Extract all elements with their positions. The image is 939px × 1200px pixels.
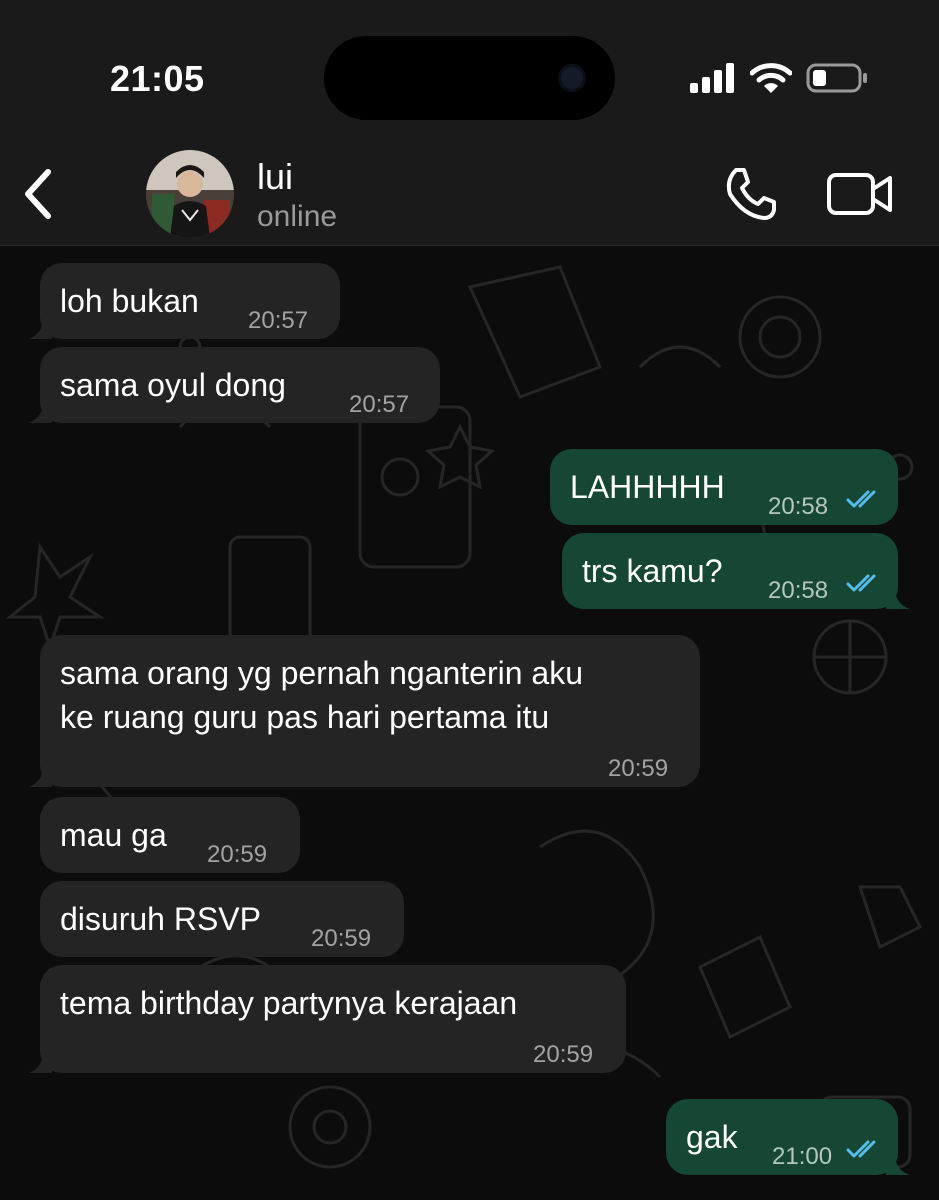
wifi-icon xyxy=(750,63,792,93)
message-bubble-incoming[interactable]: mau ga 20:59 xyxy=(40,797,300,873)
video-camera-icon xyxy=(827,173,892,215)
message-time: 20:58 xyxy=(768,577,829,604)
message-bubble-outgoing[interactable]: gak 21:00 xyxy=(666,1099,910,1175)
status-icons xyxy=(688,62,868,94)
read-receipt-icon xyxy=(846,490,876,508)
message-bubble-incoming[interactable]: loh bukan 20:57 xyxy=(28,263,340,339)
contact-name[interactable]: lui xyxy=(257,156,293,198)
message-bubble-incoming[interactable]: sama orang yg pernah nganterin aku ke ru… xyxy=(28,635,700,787)
message-time: 20:59 xyxy=(207,841,268,868)
message-text: gak xyxy=(686,1119,738,1155)
message-text: LAHHHHH xyxy=(570,469,725,505)
signal-icon xyxy=(690,63,734,93)
message-text: sama oyul dong xyxy=(60,367,286,403)
phone-icon xyxy=(726,168,776,220)
bubble-tail xyxy=(886,587,910,609)
battery-icon xyxy=(806,63,867,93)
bubble-tail xyxy=(28,1051,52,1073)
message-text: trs kamu? xyxy=(582,553,723,589)
message-time: 20:59 xyxy=(533,1041,594,1068)
message-bubble-incoming[interactable]: tema birthday partynya kerajaan 20:59 xyxy=(28,965,626,1073)
message-time: 20:58 xyxy=(768,493,829,520)
contact-avatar[interactable] xyxy=(146,150,234,238)
message-text-line: ke ruang guru pas hari pertama itu xyxy=(60,699,550,735)
avatar-photo xyxy=(146,150,234,238)
dynamic-island xyxy=(324,36,615,120)
front-camera xyxy=(558,64,586,92)
message-time: 20:57 xyxy=(248,307,309,334)
read-receipt-icon xyxy=(846,1140,876,1158)
bubble-tail xyxy=(28,765,52,787)
message-text-line: sama orang yg pernah nganterin aku xyxy=(60,655,584,691)
bubble-tail xyxy=(28,401,52,423)
message-bubble-outgoing[interactable]: LAHHHHH 20:58 xyxy=(550,449,898,525)
read-receipt-icon xyxy=(846,574,876,592)
message-time: 20:57 xyxy=(349,391,410,418)
chevron-left-icon xyxy=(25,169,51,219)
back-button[interactable] xyxy=(18,168,58,220)
voice-call-button[interactable] xyxy=(722,166,778,222)
message-text: tema birthday partynya kerajaan xyxy=(60,985,518,1021)
chat-area[interactable]: loh bukan 20:57 sama oyul dong 20:57 LAH… xyxy=(0,247,939,1200)
bubble-tail xyxy=(28,317,52,339)
message-text: mau ga xyxy=(60,817,167,853)
message-time: 20:59 xyxy=(608,755,669,782)
chat-header: 21:05 lui online xyxy=(0,0,939,246)
message-bubble-incoming[interactable]: sama oyul dong 20:57 xyxy=(28,347,440,423)
message-bubble-outgoing[interactable]: trs kamu? 20:58 xyxy=(562,533,910,609)
message-time: 20:59 xyxy=(311,925,372,952)
message-time: 21:00 xyxy=(772,1143,833,1170)
message-text: loh bukan xyxy=(60,283,199,319)
contact-status: online xyxy=(257,200,338,233)
status-time: 21:05 xyxy=(110,58,205,99)
message-bubble-incoming[interactable]: disuruh RSVP 20:59 xyxy=(40,881,404,957)
bubble-tail xyxy=(886,1153,910,1175)
message-text: disuruh RSVP xyxy=(60,901,261,937)
video-call-button[interactable] xyxy=(826,170,894,218)
